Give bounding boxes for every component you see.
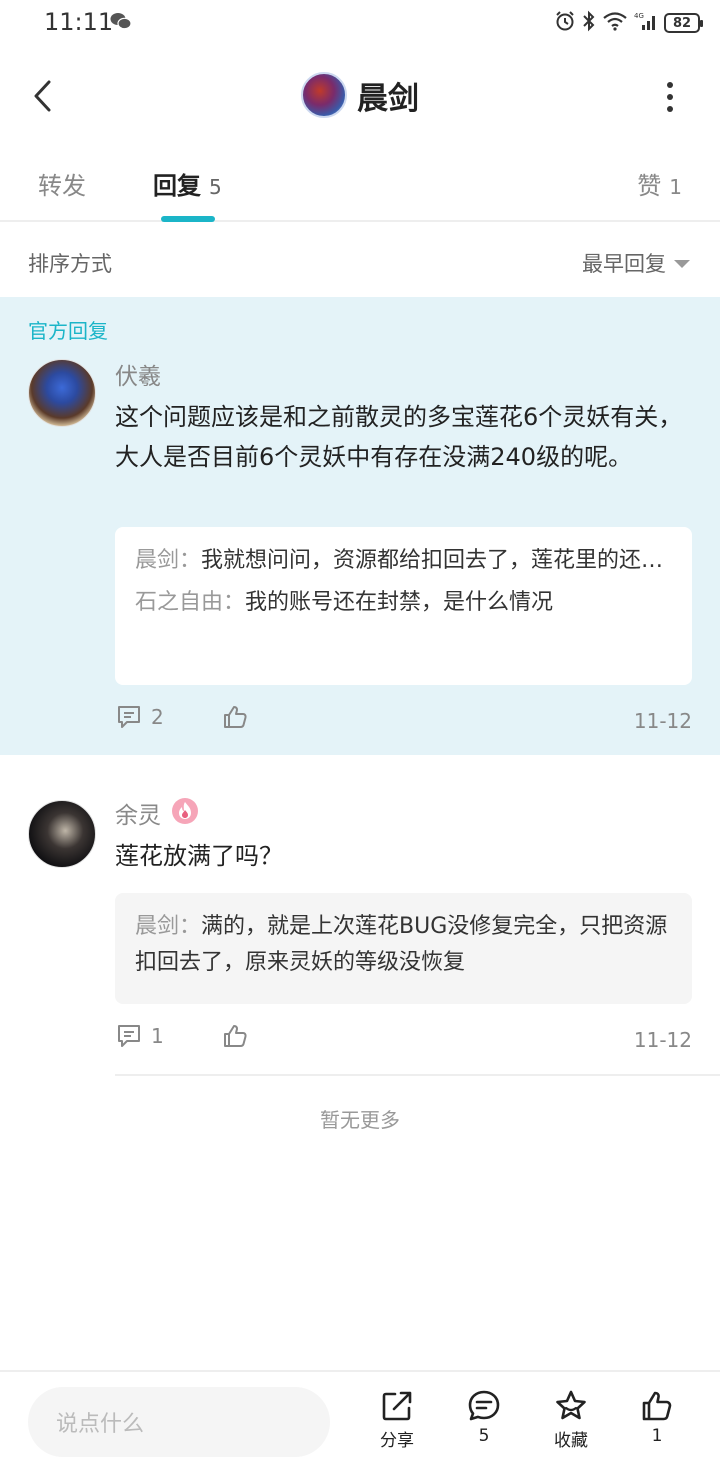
tab-reply-count: 5 <box>209 175 222 199</box>
official-reply-card: 官方回复 伏羲 这个问题应该是和之前散灵的多宝莲花6个灵妖有关，大人是否目前6个… <box>0 297 720 755</box>
sub-reply-separator: ： <box>223 590 246 615</box>
comment-input[interactable]: 说点什么 <box>28 1387 330 1457</box>
wifi-icon <box>602 11 628 35</box>
svg-text:4G: 4G <box>634 12 644 20</box>
comment-count-button[interactable]: 5 <box>449 1388 519 1446</box>
comment-count: 2 <box>151 705 164 729</box>
sub-reply-box[interactable]: 晨剑：我就想问问，资源都给扣回去了，莲花里的还要我再升到240级？你来给操作一下… <box>115 527 692 685</box>
reply-actions: 1 11-12 <box>115 1022 692 1062</box>
flame-badge-icon <box>171 797 199 829</box>
tab-reply-label: 回复 <box>153 172 201 200</box>
tab-like-label: 赞 <box>637 172 662 200</box>
comment-button[interactable]: 1 <box>115 1022 164 1050</box>
thumbs-up-icon <box>224 1025 247 1047</box>
sub-reply-text: 满的，就是上次莲花BUG没修复完全，只把资源扣回去了，原来灵妖的等级没恢复 <box>135 914 668 975</box>
avatar[interactable] <box>301 72 347 118</box>
status-bar: 11:11 4G 82 <box>0 0 720 44</box>
like-button[interactable] <box>221 703 249 731</box>
username[interactable]: 伏羲 <box>115 357 161 391</box>
reply-actions: 2 11-12 <box>115 703 692 743</box>
comment-icon <box>118 1025 140 1047</box>
more-dot <box>667 106 673 112</box>
more-dot <box>667 82 673 88</box>
like-button[interactable] <box>221 1022 249 1050</box>
reply-text: 莲花放满了吗？ <box>115 842 283 870</box>
nav-title-group: 晨剑 <box>0 72 720 118</box>
bottom-action-bar: 说点什么 分享 5 收藏 1 <box>0 1370 720 1469</box>
like-button[interactable]: 1 <box>622 1388 692 1446</box>
comment-total-count: 5 <box>478 1426 490 1446</box>
sub-reply-separator: ： <box>179 548 202 573</box>
sort-row: 排序方式 最早回复 <box>0 230 720 296</box>
active-tab-indicator <box>161 216 215 222</box>
comment-input-placeholder: 说点什么 <box>56 1412 145 1437</box>
sub-reply-author: 晨剑 <box>135 548 180 573</box>
signal-icon: 4G <box>634 11 658 35</box>
sub-reply: 晨剑：满的，就是上次莲花BUG没修复完全，只把资源扣回去了，原来灵妖的等级没恢复 <box>135 909 672 981</box>
status-time: 11:11 <box>44 8 114 36</box>
sub-reply-separator: ： <box>179 914 202 939</box>
more-dot <box>667 94 673 100</box>
caret-down-icon <box>674 260 690 268</box>
sort-value: 最早回复 <box>582 252 666 276</box>
chat-bubble-icon <box>468 1390 500 1421</box>
tab-like[interactable]: 赞1 <box>637 166 682 201</box>
avatar[interactable] <box>28 800 96 868</box>
more-options-button[interactable] <box>660 82 680 112</box>
no-more-text: 暂无更多 <box>320 1108 400 1132</box>
official-reply-tag: 官方回复 <box>28 319 108 343</box>
reply-date: 11-12 <box>633 1028 692 1052</box>
sub-reply-text: 我的账号还在封禁，是什么情况 <box>245 590 554 615</box>
thumbs-up-icon <box>642 1391 672 1421</box>
tab-like-count: 1 <box>669 175 682 199</box>
tab-forward-label: 转发 <box>38 172 86 200</box>
share-icon <box>382 1391 412 1421</box>
collect-button[interactable]: 收藏 <box>536 1388 606 1451</box>
username[interactable]: 余灵 <box>115 796 161 830</box>
divider <box>115 1074 720 1076</box>
share-label: 分享 <box>380 1431 414 1451</box>
tab-reply[interactable]: 回复 5 <box>153 166 222 201</box>
sort-label: 排序方式 <box>28 252 112 276</box>
tab-forward[interactable]: 转发 <box>38 166 86 201</box>
sub-reply: 晨剑：我就想问问，资源都给扣回去了，莲花里的还要我再升到240级？你来给操作一下… <box>135 543 672 579</box>
sub-reply-author: 石之自由 <box>135 590 224 615</box>
thumbs-up-icon <box>224 706 247 728</box>
sub-reply-author: 晨剑 <box>135 914 180 939</box>
comment-icon <box>118 706 140 728</box>
comment-button[interactable]: 2 <box>115 703 164 731</box>
share-button[interactable]: 分享 <box>362 1388 432 1451</box>
status-icons: 4G 82 <box>554 10 703 36</box>
sort-dropdown[interactable]: 最早回复 <box>582 248 690 278</box>
bluetooth-icon <box>582 10 596 36</box>
sub-reply-box[interactable]: 晨剑：满的，就是上次莲花BUG没修复完全，只把资源扣回去了，原来灵妖的等级没恢复 <box>115 893 692 1004</box>
page-title: 晨剑 <box>357 80 419 117</box>
reply-text: 这个问题应该是和之前散灵的多宝莲花6个灵妖有关，大人是否目前6个灵妖中有存在没满… <box>115 403 683 471</box>
tab-bar: 转发 回复 5 赞1 <box>0 150 720 222</box>
top-nav: 晨剑 <box>0 56 720 136</box>
comment-count: 1 <box>151 1024 164 1048</box>
wechat-icon <box>110 12 132 34</box>
avatar[interactable] <box>28 359 96 427</box>
sub-reply-text: 我就想问问，资源都给扣回去了，莲花里的还要我再升到240级？你来给操作一下，怎么 <box>201 548 672 573</box>
star-icon <box>556 1390 586 1420</box>
sub-reply: 石之自由：我的账号还在封禁，是什么情况 <box>135 585 672 621</box>
battery-icon: 82 <box>664 13 703 33</box>
like-total-count: 1 <box>651 1426 663 1446</box>
collect-label: 收藏 <box>554 1431 588 1451</box>
reply-header: 余灵 <box>115 796 199 830</box>
reply-date: 11-12 <box>633 709 692 733</box>
alarm-icon <box>554 10 576 36</box>
